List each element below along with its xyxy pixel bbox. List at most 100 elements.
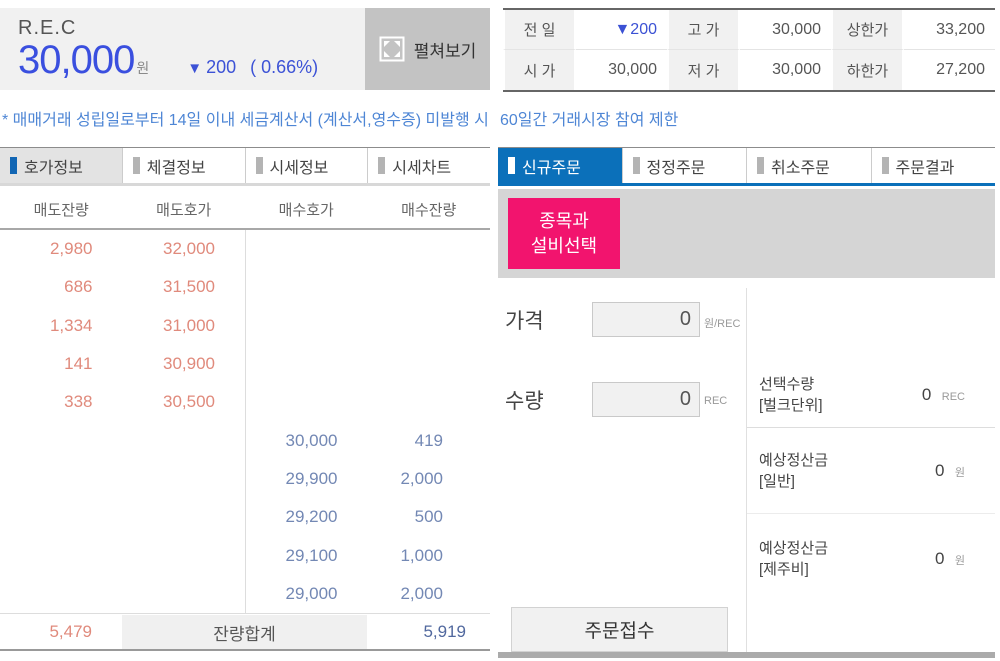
tab-label: 시세차트 [392,159,452,177]
current-price: 30,000 [18,38,135,82]
settlement-general-value: 0 [934,461,945,480]
change-percent: ( 0.66%) [250,57,319,77]
col-bid-price: 매수호가 [278,201,334,219]
high-label: 고 가 [667,10,740,50]
selected-qty-unit: REC [941,390,965,403]
high-value: 30,000 [740,10,831,50]
ask-price: 30,900 [163,354,215,374]
ask-price: 31,000 [163,315,215,335]
tab-label: 주문결과 [895,159,955,177]
orderbook-tabbar: 호가정보 체결정보 시세정보 시세차트 [0,147,490,186]
col-ask-qty: 매도잔량 [33,201,89,219]
estimated-settlement-jeju-block: 예상정산금 [제주비] 0 원 [747,515,995,603]
low-value: 30,000 [772,61,821,78]
lower-limit-label: 하한가 [831,50,904,90]
bid-price: 29,000 [285,583,338,603]
price-label: 가격 [505,310,544,333]
tab-marker-icon [881,157,889,174]
tab-marker-icon [508,157,515,174]
tab-marker-icon [132,157,140,174]
orderbook-center-divider [245,230,246,614]
tab-marker-icon [757,157,764,174]
settlement-general-unit: 원 [954,467,965,479]
low-label: 저 가 [667,50,740,90]
tab-execution-info[interactable]: 체결정보 [121,148,245,183]
open-label: 시 가 [503,50,576,90]
selected-qty-label-line2: [벌크단위] [759,396,823,414]
expand-button[interactable]: 펼쳐보기 [365,8,490,90]
change-value: 200 [206,57,237,77]
expand-icon [379,36,405,62]
selected-qty-block: 선택수량 [벌크단위] 0 REC [747,362,995,428]
col-ask-price: 매도호가 [156,201,212,219]
ask-qty: 141 [64,354,93,374]
order-panel-bottom-bar [498,652,995,658]
ask-qty: 338 [64,392,93,412]
select-button-line2: 설비선택 [530,235,598,256]
tab-label: 시세정보 [269,159,329,177]
col-bid-qty: 매수잔량 [401,201,457,219]
submit-order-button[interactable]: 주문접수 [511,607,728,652]
ask-qty: 1,334 [49,315,93,335]
bid-qty: 419 [414,430,443,450]
tab-label: 정정주문 [646,159,706,177]
price-input[interactable] [592,302,700,337]
bid-qty: 1,000 [400,545,443,565]
tab-modify-order[interactable]: 정정주문 [621,148,746,183]
bid-price: 30,000 [285,430,338,450]
prev-day-value: ▼200 [576,10,667,50]
total-label: 잔량합계 [122,615,367,649]
lower-limit-value: 27,200 [936,61,985,78]
quote-info: R.E.C 30,000 원 ▼ 200 ( 0.66%) [0,8,365,90]
tab-marker-icon [10,157,17,174]
tab-marker-icon [255,157,263,174]
orderbook-footer: 5,479 잔량합계 5,919 [0,615,490,651]
selected-qty-label-line1: 선택수량 [759,375,815,393]
upper-limit-label: 상한가 [831,10,904,50]
ask-total: 5,479 [49,622,92,641]
open-value: 30,000 [608,61,657,78]
bid-qty: 2,000 [400,583,443,603]
tab-order-result[interactable]: 주문결과 [870,148,995,183]
symbol-name: R.E.C [18,17,77,39]
bid-total: 5,919 [423,622,466,641]
tab-market-chart[interactable]: 시세차트 [367,148,490,183]
selected-qty-value: 0 [921,384,932,404]
order-tabbar: 신규주문 정정주문 취소주문 주문결과 [498,147,995,186]
tab-label: 신규주문 [522,159,581,177]
down-arrow-icon: ▼ [187,60,203,77]
quantity-input[interactable] [592,382,700,417]
tab-new-order[interactable]: 신규주문 [498,148,622,183]
tab-label: 체결정보 [146,159,206,177]
submit-order-label: 주문접수 [584,621,655,642]
tab-cancel-order[interactable]: 취소주문 [746,148,871,183]
tab-marker-icon [632,157,640,174]
settlement-general-label-line1: 예상정산금 [759,452,829,469]
notice-text-right: 60일간 거래시장 참여 제한 [500,112,679,129]
ask-qty: 686 [64,277,93,297]
settlement-jeju-label-line2: [제주비] [759,561,809,578]
settlement-jeju-value: 0 [934,549,945,568]
settlement-jeju-unit: 원 [954,555,965,567]
quantity-label: 수량 [505,390,544,413]
tab-market-info[interactable]: 시세정보 [244,148,368,183]
quote-header: R.E.C 30,000 원 ▼ 200 ( 0.66%) 펼쳐보기 [0,8,490,90]
select-button-line1: 종목과 [539,210,589,231]
ask-qty: 2,980 [49,239,93,259]
bid-price: 29,900 [285,468,338,488]
bid-price: 29,100 [285,545,338,565]
ask-price: 31,500 [163,277,215,297]
bid-qty: 500 [414,507,443,527]
orderbook-column-header: 매도잔량 매도호가 매수호가 매수잔량 [0,190,490,230]
tab-quote-info[interactable]: 호가정보 [0,148,122,183]
notice-text-left: * 매매거래 성립일로부터 14일 이내 세금계산서 (계산서,영수증) 미발행… [2,112,489,129]
prev-day-label: 전 일 [503,10,576,50]
price-unit: 원 [136,60,150,76]
tab-label: 호가정보 [24,159,83,177]
daily-summary-table: 전 일 ▼200 고 가 30,000 상한가 33,200 시 가 30,00… [503,8,995,92]
price-change: ▼ 200 ( 0.66%) [187,57,318,78]
price-input-unit: 원/REC [704,318,741,330]
ask-price: 30,500 [163,392,215,412]
bid-price: 29,200 [285,507,338,527]
select-item-facility-button[interactable]: 종목과 설비선택 [508,198,620,269]
